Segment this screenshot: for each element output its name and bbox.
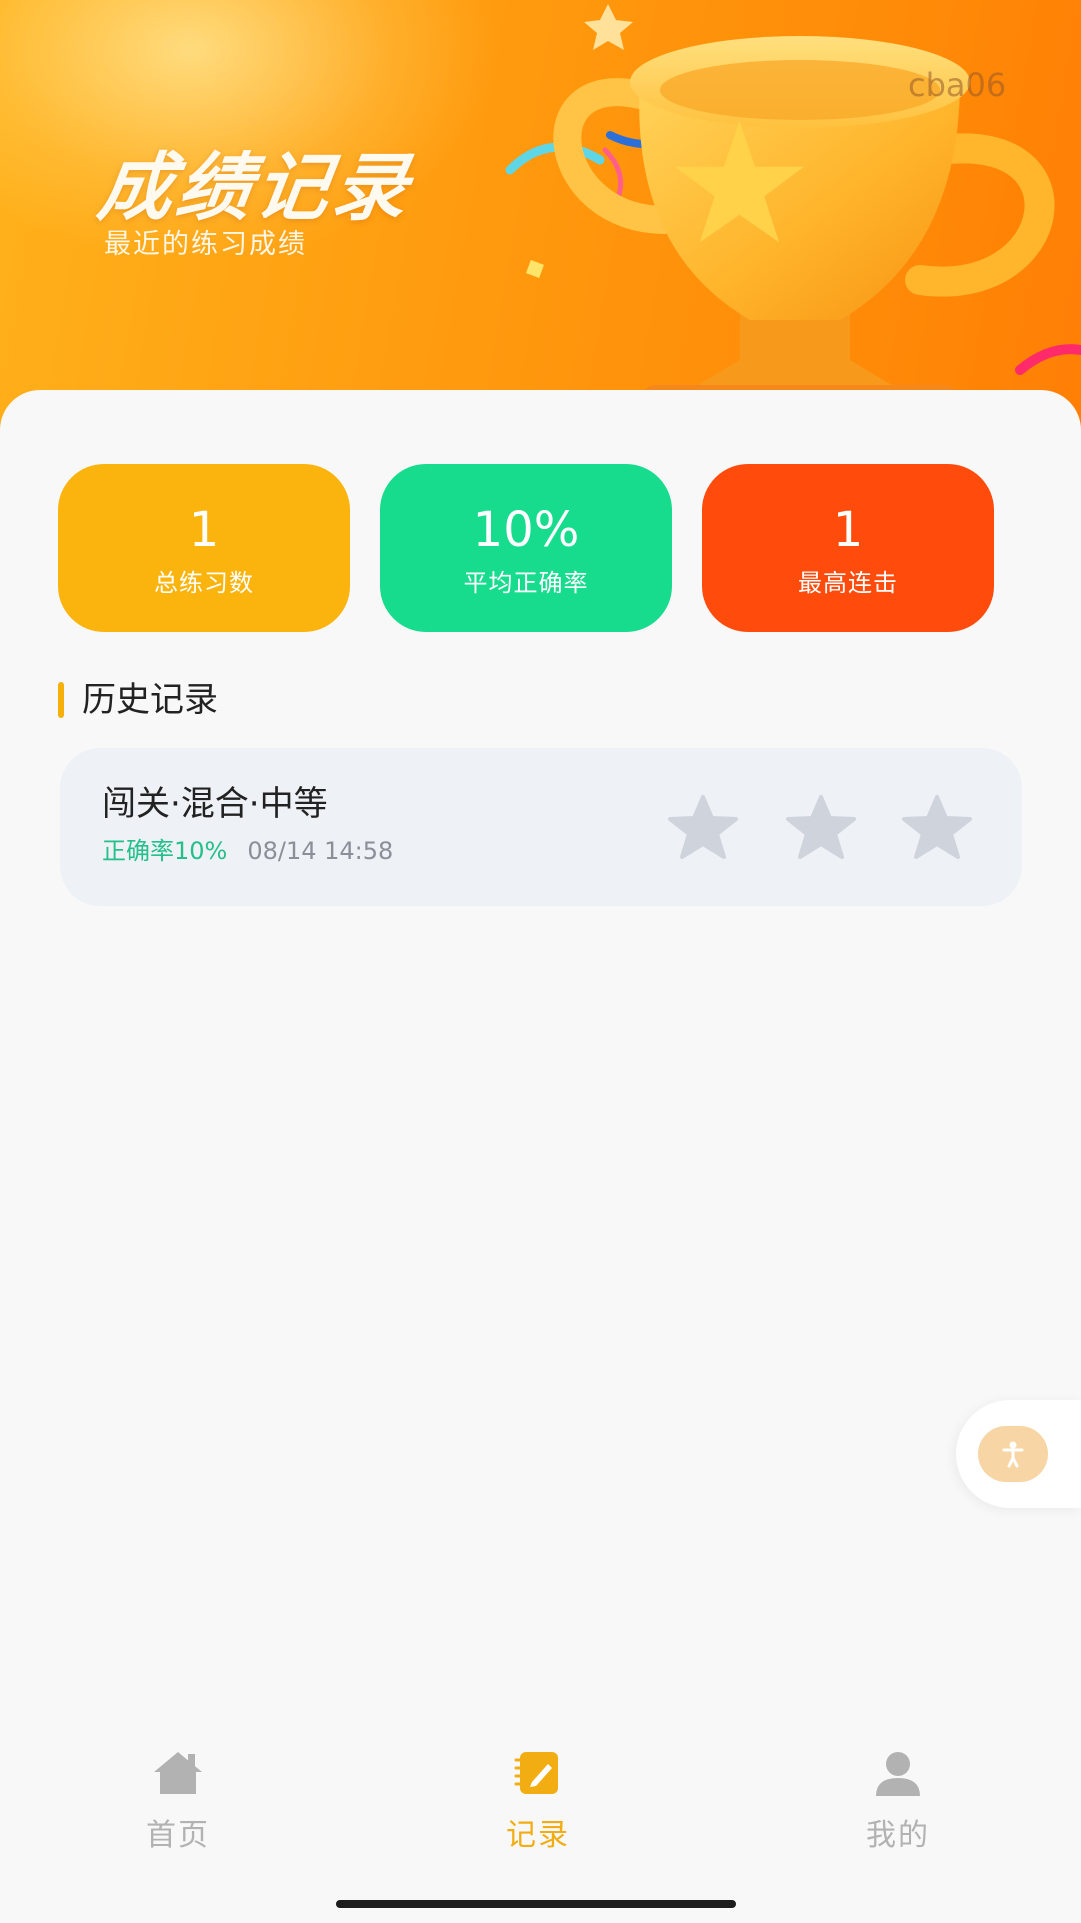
stat-value: 1: [832, 502, 864, 558]
record-title: 闯关·混合·中等: [102, 784, 328, 824]
record-accuracy: 正确率10%: [102, 837, 228, 865]
trophy-illustration: [505, 4, 1081, 420]
header-banner: 成绩记录 最近的练习成绩 cba06: [0, 0, 1081, 430]
stat-value: 10%: [472, 502, 580, 558]
tab-profile[interactable]: 我的: [808, 1728, 988, 1853]
floating-assist-tab: [956, 1400, 1081, 1508]
bottom-tab-bar: 首页 记录 我的: [0, 1728, 1081, 1868]
tab-label: 我的: [866, 1818, 930, 1853]
profile-icon: [876, 1752, 920, 1796]
stat-card-total: 1 总练习数: [58, 464, 350, 632]
accessibility-icon: [1002, 1441, 1024, 1468]
history-record-item[interactable]: 闯关·混合·中等 正确率10% 08/14 14:58: [60, 748, 1022, 906]
stat-card-combo: 1 最高连击: [702, 464, 994, 632]
stat-label: 总练习数: [154, 569, 254, 597]
page-subtitle: 最近的练习成绩: [104, 229, 307, 260]
stat-card-accuracy: 10% 平均正确率: [380, 464, 672, 632]
record-icon: [514, 1752, 558, 1794]
tab-label: 记录: [506, 1818, 570, 1853]
star-icon: [902, 795, 972, 859]
stats-row: 1 总练习数 10% 平均正确率 1 最高连击: [58, 464, 994, 632]
stat-label: 最高连击: [798, 569, 898, 597]
tab-label: 首页: [146, 1818, 210, 1853]
watermark-text: cba06: [908, 66, 1007, 104]
star-icon: [786, 795, 856, 859]
home-icon: [154, 1752, 202, 1794]
record-meta: 正确率10% 08/14 14:58: [102, 836, 393, 866]
star-icon: [668, 795, 738, 859]
section-accent-bar: [58, 682, 64, 718]
page-title: 成绩记录: [93, 145, 418, 231]
tab-records[interactable]: 记录: [448, 1728, 628, 1853]
accessibility-button[interactable]: [978, 1426, 1048, 1482]
stat-label: 平均正确率: [463, 569, 589, 597]
stat-value: 1: [188, 502, 220, 558]
record-time: 08/14 14:58: [247, 837, 394, 865]
section-title: 历史记录: [82, 680, 218, 720]
tab-home[interactable]: 首页: [88, 1728, 268, 1853]
home-indicator: [336, 1900, 736, 1908]
